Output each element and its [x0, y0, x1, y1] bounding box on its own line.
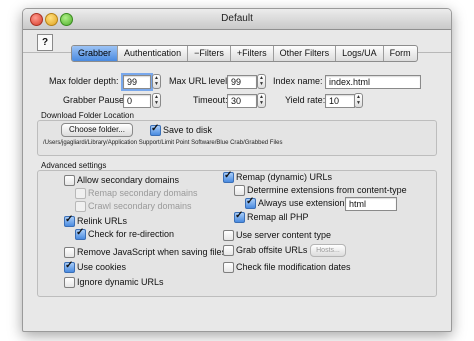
check-modification-dates-checkbox[interactable] [223, 262, 234, 273]
yield-rate-input[interactable]: 10 [325, 94, 355, 108]
tab-logs-ua[interactable]: Logs/UA [336, 46, 384, 61]
use-server-content-type-checkbox[interactable] [223, 230, 234, 241]
grabber-pause-input[interactable]: 0 [123, 94, 151, 108]
remap-secondary-domains-checkbox[interactable] [75, 188, 86, 199]
max-folder-depth-stepper[interactable]: ▲ ▼ [152, 74, 161, 89]
grabber-pause-stepper[interactable]: ▲ ▼ [152, 93, 161, 108]
index-name-label: Index name: [273, 76, 323, 86]
grabber-pause-label: Grabber Pause: [63, 95, 127, 105]
use-cookies-checkbox[interactable] [64, 260, 75, 273]
settings-tab-bar: Grabber Authentication −Filters +Filters… [71, 45, 418, 62]
yield-rate-label: Yield rate: [285, 95, 326, 105]
max-url-level-stepper[interactable]: ▲ ▼ [257, 74, 266, 89]
tab-other-filters[interactable]: Other Filters [274, 46, 337, 61]
stepper-down-icon[interactable]: ▼ [153, 100, 160, 106]
max-url-level-label: Max URL level: [169, 76, 230, 86]
check-modification-dates-label: Check file modification dates [236, 262, 351, 272]
remap-secondary-domains-label: Remap secondary domains [88, 188, 198, 198]
remove-javascript-label: Remove JavaScript when saving files [77, 247, 227, 257]
tab-minus-filters[interactable]: −Filters [188, 46, 231, 61]
remove-javascript-checkbox[interactable] [64, 247, 75, 258]
determine-extensions-label: Determine extensions from content-type [247, 185, 407, 195]
download-location-title: Download Folder Location [41, 111, 134, 120]
grab-offsite-urls-label: Grab offsite URLs [236, 245, 308, 255]
help-button[interactable]: ? [37, 34, 53, 51]
tab-grabber[interactable]: Grabber [72, 46, 119, 61]
crawl-secondary-domains-checkbox[interactable] [75, 201, 86, 212]
stepper-down-icon[interactable]: ▼ [258, 100, 265, 106]
preferences-window: Default ? Grabber Authentication −Filter… [22, 8, 452, 332]
save-to-disk-checkbox[interactable] [150, 123, 161, 136]
tab-authentication[interactable]: Authentication [118, 46, 189, 61]
check-redirection-checkbox[interactable] [75, 227, 86, 240]
use-cookies-label: Use cookies [77, 262, 127, 272]
ignore-dynamic-urls-label: Ignore dynamic URLs [77, 277, 164, 287]
crawl-secondary-domains-label: Crawl secondary domains [88, 201, 192, 211]
always-use-extension-label: Always use extension: [258, 198, 348, 208]
save-to-disk-label: Save to disk [163, 125, 213, 135]
download-folder-path: /Users/jgagliardi/Library/Application Su… [43, 140, 283, 146]
grab-offsite-urls-checkbox[interactable] [223, 245, 234, 256]
relink-urls-checkbox[interactable] [64, 214, 75, 227]
max-folder-depth-input[interactable]: 99 [121, 73, 153, 91]
tab-form[interactable]: Form [384, 46, 417, 61]
window-title: Default [221, 13, 253, 24]
remap-dynamic-urls-label: Remap (dynamic) URLs [236, 172, 333, 182]
stepper-down-icon[interactable]: ▼ [153, 81, 160, 87]
always-use-extension-checkbox[interactable] [245, 196, 256, 209]
timeout-label: Timeout: [193, 95, 228, 105]
tab-plus-filters[interactable]: +Filters [231, 46, 274, 61]
max-url-level-input[interactable]: 99 [227, 75, 257, 89]
allow-secondary-domains-label: Allow secondary domains [77, 175, 180, 185]
ignore-dynamic-urls-checkbox[interactable] [64, 277, 75, 288]
remap-all-php-label: Remap all PHP [247, 212, 309, 222]
relink-urls-label: Relink URLs [77, 216, 128, 226]
check-redirection-label: Check for re-direction [88, 229, 175, 239]
max-folder-depth-label: Max folder depth: [49, 76, 119, 86]
yield-rate-stepper[interactable]: ▲ ▼ [354, 93, 363, 108]
stepper-down-icon[interactable]: ▼ [355, 100, 362, 106]
determine-extensions-checkbox[interactable] [234, 185, 245, 196]
use-server-content-type-label: Use server content type [236, 230, 332, 240]
hosts-button[interactable]: Hosts... [310, 244, 346, 257]
timeout-input[interactable]: 30 [227, 94, 257, 108]
extension-input[interactable]: html [345, 197, 397, 211]
choose-folder-button[interactable]: Choose folder... [61, 123, 133, 137]
stepper-down-icon[interactable]: ▼ [258, 81, 265, 87]
allow-secondary-domains-checkbox[interactable] [64, 175, 75, 186]
remap-dynamic-urls-checkbox[interactable] [223, 170, 234, 183]
remap-all-php-checkbox[interactable] [234, 210, 245, 223]
advanced-settings-title: Advanced settings [41, 161, 107, 170]
timeout-stepper[interactable]: ▲ ▼ [257, 93, 266, 108]
index-name-input[interactable]: index.html [325, 75, 421, 89]
